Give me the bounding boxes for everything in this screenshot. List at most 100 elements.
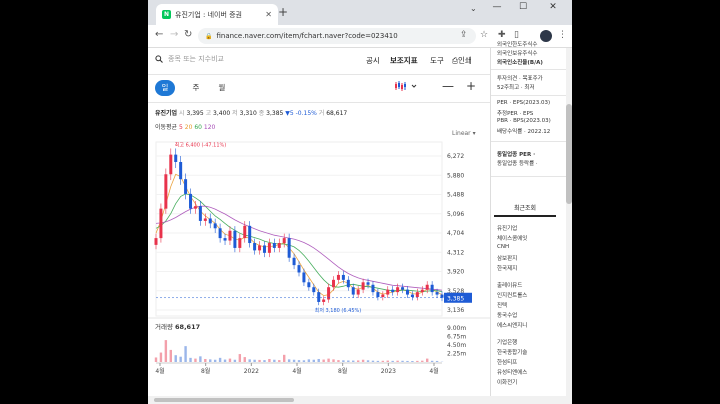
maximize-icon[interactable]: ☐ xyxy=(510,2,536,12)
volume-bar[interactable] xyxy=(169,349,172,362)
sidebar-popular-item-2[interactable]: 진텍 xyxy=(497,301,507,309)
address-bar[interactable]: 🔒 finance.naver.com/item/fchart.naver?co… xyxy=(198,28,476,44)
candle-body[interactable] xyxy=(317,292,321,302)
candle-body[interactable] xyxy=(440,294,444,298)
candle-body[interactable] xyxy=(401,287,405,290)
candle-body[interactable] xyxy=(154,238,158,245)
volume-bar[interactable] xyxy=(416,360,419,362)
volume-bar[interactable] xyxy=(322,359,325,362)
sidebar-popular-item-0[interactable]: 출레이뮤드 xyxy=(497,281,522,289)
volume-bar[interactable] xyxy=(209,359,212,362)
sidebar-valuation-2[interactable]: PBR · BPS(2023.03) xyxy=(497,118,551,124)
volume-bar[interactable] xyxy=(297,360,301,362)
vertical-scrollbar[interactable] xyxy=(566,48,572,404)
sidebar-recent-item-1[interactable]: 체이스콤에잇 xyxy=(497,234,527,242)
volume-bar[interactable] xyxy=(164,340,168,362)
candle-body[interactable] xyxy=(243,225,247,239)
candle-body[interactable] xyxy=(430,284,434,293)
volume-bar[interactable] xyxy=(154,357,158,362)
volume-bar[interactable] xyxy=(228,358,232,362)
candle-body[interactable] xyxy=(307,282,311,288)
candle-body[interactable] xyxy=(376,292,380,298)
candle-body[interactable] xyxy=(396,287,400,293)
volume-bar[interactable] xyxy=(391,360,394,362)
profile-avatar[interactable] xyxy=(540,30,552,42)
volume-bar[interactable] xyxy=(332,359,335,362)
sidebar-valuation-3[interactable]: 배당수익률 · 2022.12 xyxy=(497,127,550,135)
candle-body[interactable] xyxy=(366,282,370,285)
extensions-icon[interactable]: ✚ xyxy=(498,30,506,40)
candle-body[interactable] xyxy=(391,289,395,293)
window-close-icon[interactable]: ✕ xyxy=(540,2,566,12)
volume-bar[interactable] xyxy=(258,359,261,362)
volume-bar[interactable] xyxy=(283,354,286,362)
bookmark-star-icon[interactable]: ☆ xyxy=(480,30,488,40)
volume-bar[interactable] xyxy=(426,358,429,362)
candle-body[interactable] xyxy=(297,265,301,273)
volume-bar[interactable] xyxy=(287,359,291,362)
candle-body[interactable] xyxy=(361,282,365,290)
volume-bar[interactable] xyxy=(421,360,424,362)
volume-bar[interactable] xyxy=(356,360,360,362)
minimize-icon[interactable]: — xyxy=(484,2,510,12)
candle-body[interactable] xyxy=(292,257,296,266)
candle-body[interactable] xyxy=(287,238,291,258)
sidebar-recent-item-4[interactable]: 한국제지 xyxy=(497,264,517,272)
candle-body[interactable] xyxy=(410,294,414,298)
volume-bar[interactable] xyxy=(243,357,246,362)
candle-body[interactable] xyxy=(179,161,183,180)
candle-body[interactable] xyxy=(213,223,217,229)
back-icon[interactable]: ← xyxy=(155,29,163,40)
volume-bar[interactable] xyxy=(317,358,320,362)
volume-bar[interactable] xyxy=(411,361,414,362)
volume-bar[interactable] xyxy=(189,357,192,362)
volume-bar[interactable] xyxy=(307,359,311,362)
reload-icon[interactable]: ↻ xyxy=(184,29,192,40)
candle-body[interactable] xyxy=(336,274,340,280)
sidebar-popular-item-3[interactable]: 동국수업 xyxy=(497,311,517,319)
sidebar-valuation-0[interactable]: PER · EPS(2023.03) xyxy=(497,100,550,106)
volume-bar[interactable] xyxy=(312,359,315,362)
candle-body[interactable] xyxy=(223,238,227,241)
volume-bar[interactable] xyxy=(263,360,266,362)
candle-body[interactable] xyxy=(356,289,360,295)
sidebar-extra-item-1[interactable]: 한국종합기술 xyxy=(497,348,527,356)
candle-body[interactable] xyxy=(262,245,266,253)
candle-body[interactable] xyxy=(386,289,390,295)
sidepanel-icon[interactable]: ▯ xyxy=(514,30,519,40)
candle-body[interactable] xyxy=(277,243,281,248)
candle-body[interactable] xyxy=(415,292,419,298)
candle-body[interactable] xyxy=(228,230,232,241)
volume-bar[interactable] xyxy=(204,358,207,362)
share-icon[interactable]: ⇪ xyxy=(460,30,468,40)
sidebar-extra-item-3[interactable]: 유성티엔에스 xyxy=(497,368,527,376)
candle-body[interactable] xyxy=(253,243,257,251)
candle-body[interactable] xyxy=(193,206,197,209)
candle-body[interactable] xyxy=(258,245,262,251)
volume-bar[interactable] xyxy=(376,360,380,362)
candle-body[interactable] xyxy=(218,228,222,239)
candle-body[interactable] xyxy=(435,292,439,295)
candle-body[interactable] xyxy=(203,218,207,221)
volume-bar[interactable] xyxy=(435,360,439,362)
volume-bar[interactable] xyxy=(273,359,276,362)
volume-bar[interactable] xyxy=(347,360,350,362)
candle-body[interactable] xyxy=(208,218,212,224)
candle-body[interactable] xyxy=(420,289,424,293)
volume-bar[interactable] xyxy=(213,359,217,362)
candle-body[interactable] xyxy=(159,208,163,239)
candle-body[interactable] xyxy=(174,154,178,162)
candle-body[interactable] xyxy=(184,179,188,194)
recent-view-tab[interactable]: 최근조회 xyxy=(494,203,556,217)
candle-body[interactable] xyxy=(425,284,429,290)
volume-bar[interactable] xyxy=(327,358,330,362)
sidebar-sector-0[interactable]: 동일업종 PER · xyxy=(497,150,535,158)
candle-body[interactable] xyxy=(198,206,202,221)
volume-bar[interactable] xyxy=(430,360,434,362)
forward-icon[interactable]: → xyxy=(170,29,178,40)
sidebar-valuation-1[interactable]: 추정PER · EPS xyxy=(497,109,533,117)
volume-bar[interactable] xyxy=(223,359,227,362)
volume-bar[interactable] xyxy=(381,360,385,362)
sidebar-extra-item-0[interactable]: 기업은행 xyxy=(497,338,517,346)
volume-bar[interactable] xyxy=(218,357,222,362)
